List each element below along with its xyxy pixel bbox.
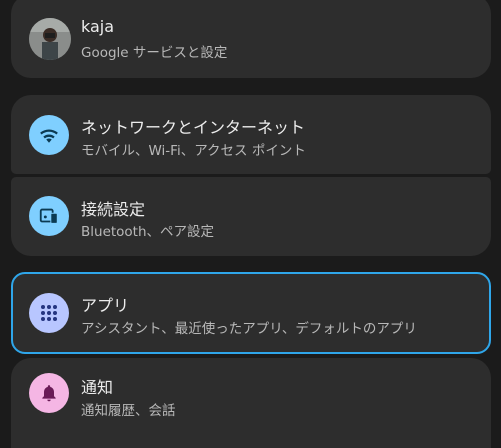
account-subtitle: Google サービスと設定 [81,45,228,61]
settings-item-subtitle: モバイル、Wi-Fi、アクセス ポイント [81,143,306,159]
settings-item-subtitle: アシスタント、最近使ったアプリ、デフォルトのアプリ [81,321,417,337]
settings-item-title: 通知 [81,378,114,397]
settings-item-title: アプリ [81,296,130,315]
apps-grid-icon [29,293,69,333]
account-name: kaja [81,17,115,36]
bell-icon [29,373,69,413]
settings-item-title: ネットワークとインターネット [81,118,306,137]
account-card[interactable]: kaja Google サービスと設定 [11,0,491,78]
settings-item-subtitle: Bluetooth、ペア設定 [81,224,215,240]
connected-devices-icon [29,196,69,236]
avatar [29,18,71,60]
settings-item-apps[interactable]: アプリ アシスタント、最近使ったアプリ、デフォルトのアプリ [11,272,491,354]
wifi-icon [29,115,69,155]
settings-item-notifications[interactable]: 通知 通知履歴、会話 [11,358,491,448]
settings-item-network[interactable]: ネットワークとインターネット モバイル、Wi-Fi、アクセス ポイント [11,95,491,174]
settings-item-connected-devices[interactable]: 接続設定 Bluetooth、ペア設定 [11,177,491,256]
settings-item-subtitle: 通知履歴、会話 [81,403,176,419]
settings-item-title: 接続設定 [81,200,146,219]
